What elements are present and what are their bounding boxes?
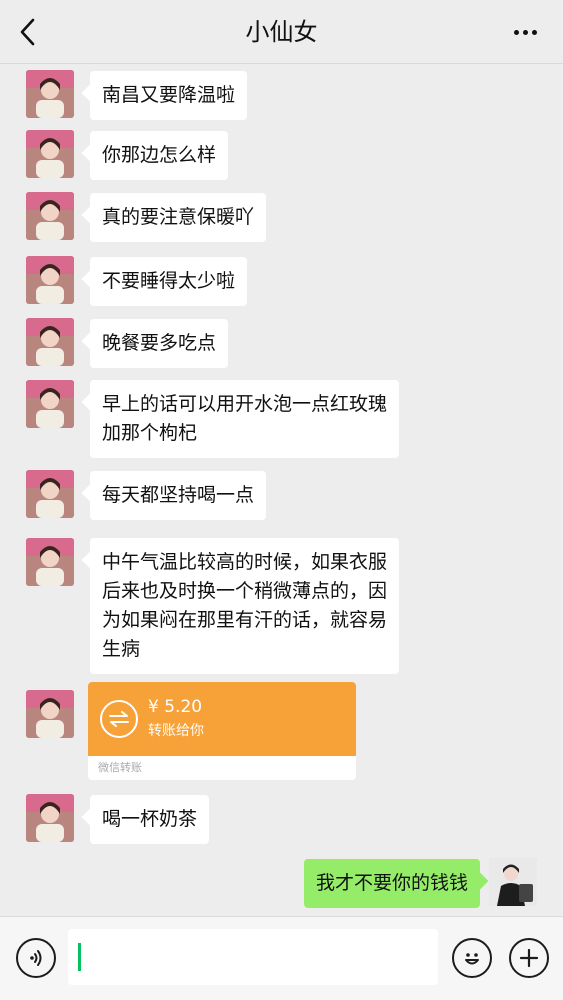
contact-avatar[interactable]: [26, 192, 74, 240]
my-avatar[interactable]: [489, 858, 537, 906]
contact-avatar[interactable]: [26, 470, 74, 518]
contact-avatar[interactable]: [26, 380, 74, 428]
transfer-amount: ¥ 5.20: [148, 697, 203, 717]
chat-title: 小仙女: [245, 18, 318, 46]
transfer-note: 转账给你: [148, 723, 204, 739]
message-bubble[interactable]: 早上的话可以用开水泡一点红玫瑰 加那个枸杞: [90, 380, 400, 458]
emoji-button[interactable]: [452, 938, 492, 978]
plus-icon: [519, 948, 539, 968]
input-bar: [0, 916, 563, 1000]
chat-header: 小仙女: [0, 0, 563, 64]
contact-avatar[interactable]: [26, 70, 74, 118]
emoji-icon: [465, 953, 479, 965]
more-button[interactable]: [507, 14, 543, 50]
message-line: 早上的话可以用开水泡一点红玫瑰: [102, 393, 388, 415]
my-message-bubble[interactable]: 我才不要你的钱钱: [303, 859, 480, 908]
more-icon-dot: [522, 29, 528, 35]
more-icon: [513, 29, 519, 35]
contact-avatar[interactable]: [26, 318, 74, 366]
message-line: 后来也及时换一个稍微薄点的，因: [102, 580, 388, 602]
voice-button[interactable]: [16, 938, 56, 978]
transfer-card-body: ¥ 5.20 转账给你: [88, 682, 356, 756]
message-bubble[interactable]: 喝一杯奶茶: [90, 795, 210, 844]
message-line: 加那个枸杞: [102, 422, 198, 444]
transfer-footer: 微信转账: [98, 761, 142, 774]
message-input[interactable]: [68, 929, 438, 985]
message-bubble[interactable]: 晚餐要多吃点: [90, 319, 229, 368]
message-bubble[interactable]: 你那边怎么样: [90, 131, 229, 180]
contact-avatar[interactable]: [26, 794, 74, 842]
contact-avatar[interactable]: [26, 538, 74, 586]
transfer-card[interactable]: ¥ 5.20 转账给你 微信转账: [88, 682, 356, 780]
message-bubble[interactable]: 中午气温比较高的时候，如果衣服 后来也及时换一个稍微薄点的，因 为如果闷在那里有…: [90, 538, 400, 674]
voice-icon: [30, 950, 42, 966]
message-bubble[interactable]: 南昌又要降温啦: [90, 71, 248, 120]
message-line: 中午气温比较高的时候，如果衣服: [102, 551, 388, 573]
message-line: 为如果闷在那里有汗的话，就容易: [102, 609, 388, 631]
more-icon-dot: [531, 29, 537, 35]
contact-avatar[interactable]: [26, 256, 74, 304]
contact-avatar[interactable]: [26, 690, 74, 738]
plus-button[interactable]: [509, 938, 549, 978]
message-line: 生病: [102, 638, 141, 660]
message-bubble[interactable]: 每天都坚持喝一点: [90, 471, 267, 520]
message-bubble[interactable]: 不要睡得太少啦: [90, 257, 248, 306]
transfer-icon: [100, 700, 138, 738]
message-bubble[interactable]: 真的要注意保暖吖: [90, 193, 267, 242]
contact-avatar[interactable]: [26, 130, 74, 178]
text-cursor: [78, 943, 81, 971]
